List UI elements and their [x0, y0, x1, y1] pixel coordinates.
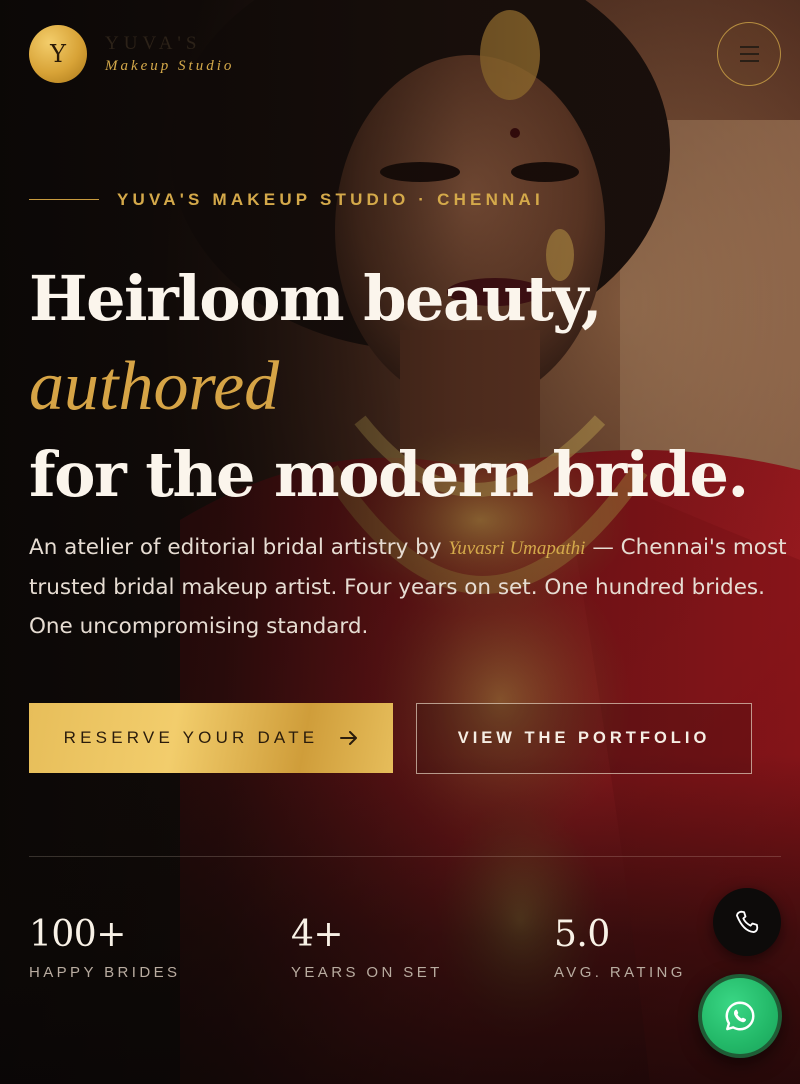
- headline-line-1: Heirloom beauty,: [29, 262, 603, 335]
- hero-eyebrow: YUVA'S MAKEUP STUDIO · CHENNAI: [117, 190, 544, 209]
- reserve-date-label: RESERVE YOUR DATE: [63, 728, 319, 747]
- hero-intro: An atelier of editorial bridal artistry …: [29, 528, 789, 646]
- artist-signature: Yuvasri Umapathi: [448, 538, 586, 559]
- call-button[interactable]: [713, 888, 781, 956]
- hamburger-menu-icon: [739, 46, 759, 48]
- stat-value: 100+: [29, 914, 126, 955]
- view-portfolio-label: VIEW THE PORTFOLIO: [457, 729, 711, 747]
- stat-label: YEARS ON SET: [291, 964, 443, 981]
- stat-value: 4+: [291, 914, 344, 955]
- stat-avg-rating: 5.0 AVG. RATING: [554, 912, 686, 981]
- whatsapp-button[interactable]: [698, 974, 782, 1058]
- view-portfolio-button[interactable]: VIEW THE PORTFOLIO: [416, 703, 752, 774]
- headline-line-3: for the modern bride.: [29, 438, 749, 511]
- stat-years-on-set: 4+ YEARS ON SET: [291, 912, 443, 981]
- whatsapp-icon: [725, 1001, 755, 1031]
- brand-name[interactable]: YUVA'S: [105, 33, 201, 55]
- phone-icon: [736, 910, 759, 933]
- hero-headline: Heirloom beauty, authored for the modern…: [29, 255, 749, 519]
- intro-text-start: An atelier of editorial bridal artistry …: [29, 535, 442, 560]
- brand-logo-monogram[interactable]: Y: [29, 25, 87, 83]
- stat-label: AVG. RATING: [554, 964, 686, 981]
- stat-label: HAPPY BRIDES: [29, 964, 181, 981]
- stat-happy-brides: 100+ HAPPY BRIDES: [29, 912, 180, 981]
- headline-accent: authored: [29, 348, 280, 425]
- arrow-right-icon: [340, 731, 358, 745]
- menu-button[interactable]: [717, 22, 781, 86]
- stats-divider: [29, 856, 781, 857]
- brand-subtitle: Makeup Studio: [105, 58, 235, 74]
- eyebrow-rule: [29, 199, 99, 200]
- reserve-date-button[interactable]: RESERVE YOUR DATE: [29, 703, 393, 773]
- stat-value: 5.0: [554, 914, 610, 955]
